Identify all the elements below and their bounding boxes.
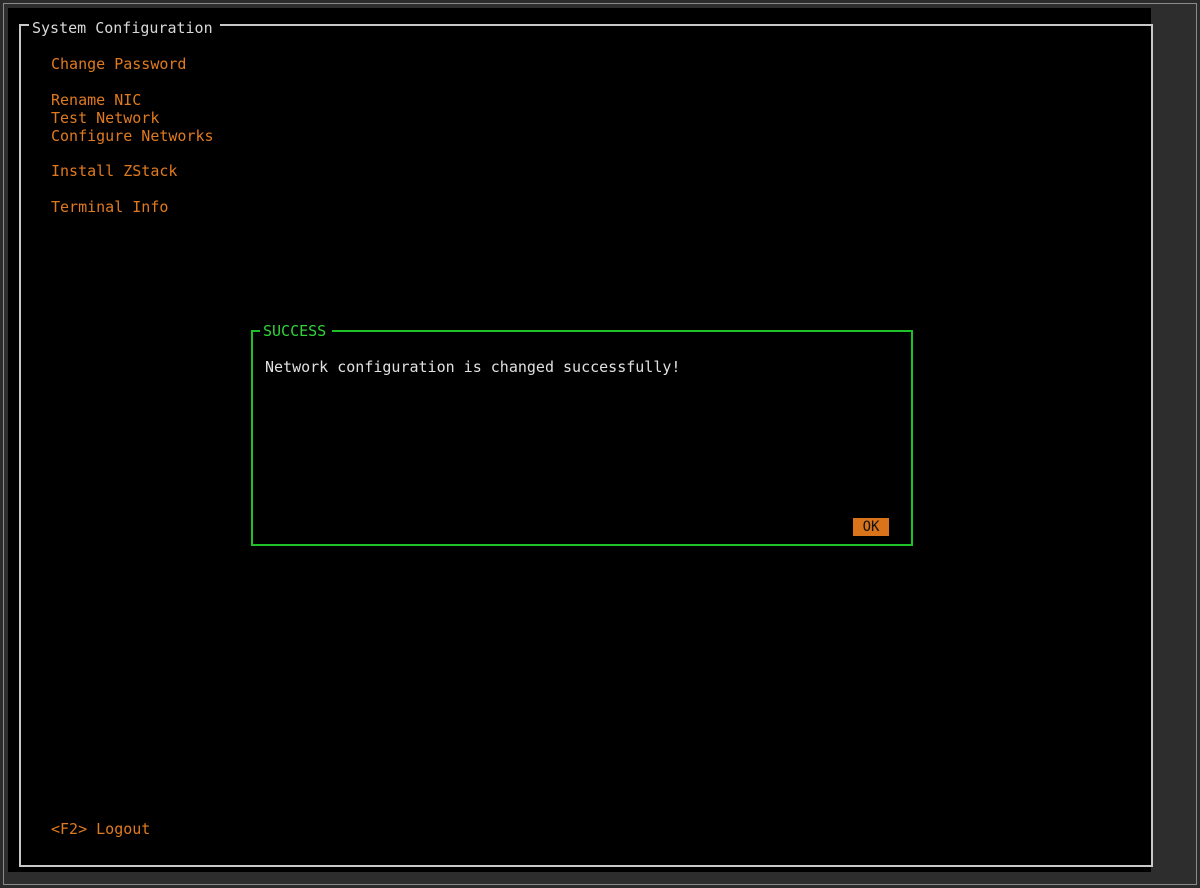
menu-item-test-network[interactable]: Test Network [51, 109, 159, 127]
window-frame: System Configuration Change Password Ren… [3, 3, 1197, 885]
dialog-message: Network configuration is changed success… [265, 358, 681, 376]
menu-item-configure-networks[interactable]: Configure Networks [51, 127, 214, 145]
terminal-screen: System Configuration Change Password Ren… [8, 8, 1153, 872]
menu-item-change-password[interactable]: Change Password [51, 55, 186, 73]
dialog-title: SUCCESS [260, 321, 333, 341]
panel-title: System Configuration [29, 18, 220, 38]
ok-button[interactable]: OK [853, 518, 889, 536]
logout-hint: <F2> Logout [51, 820, 151, 838]
menu-item-terminal-info[interactable]: Terminal Info [51, 198, 168, 216]
menu-item-install-zstack[interactable]: Install ZStack [51, 162, 177, 180]
menu-item-rename-nic[interactable]: Rename NIC [51, 91, 141, 109]
